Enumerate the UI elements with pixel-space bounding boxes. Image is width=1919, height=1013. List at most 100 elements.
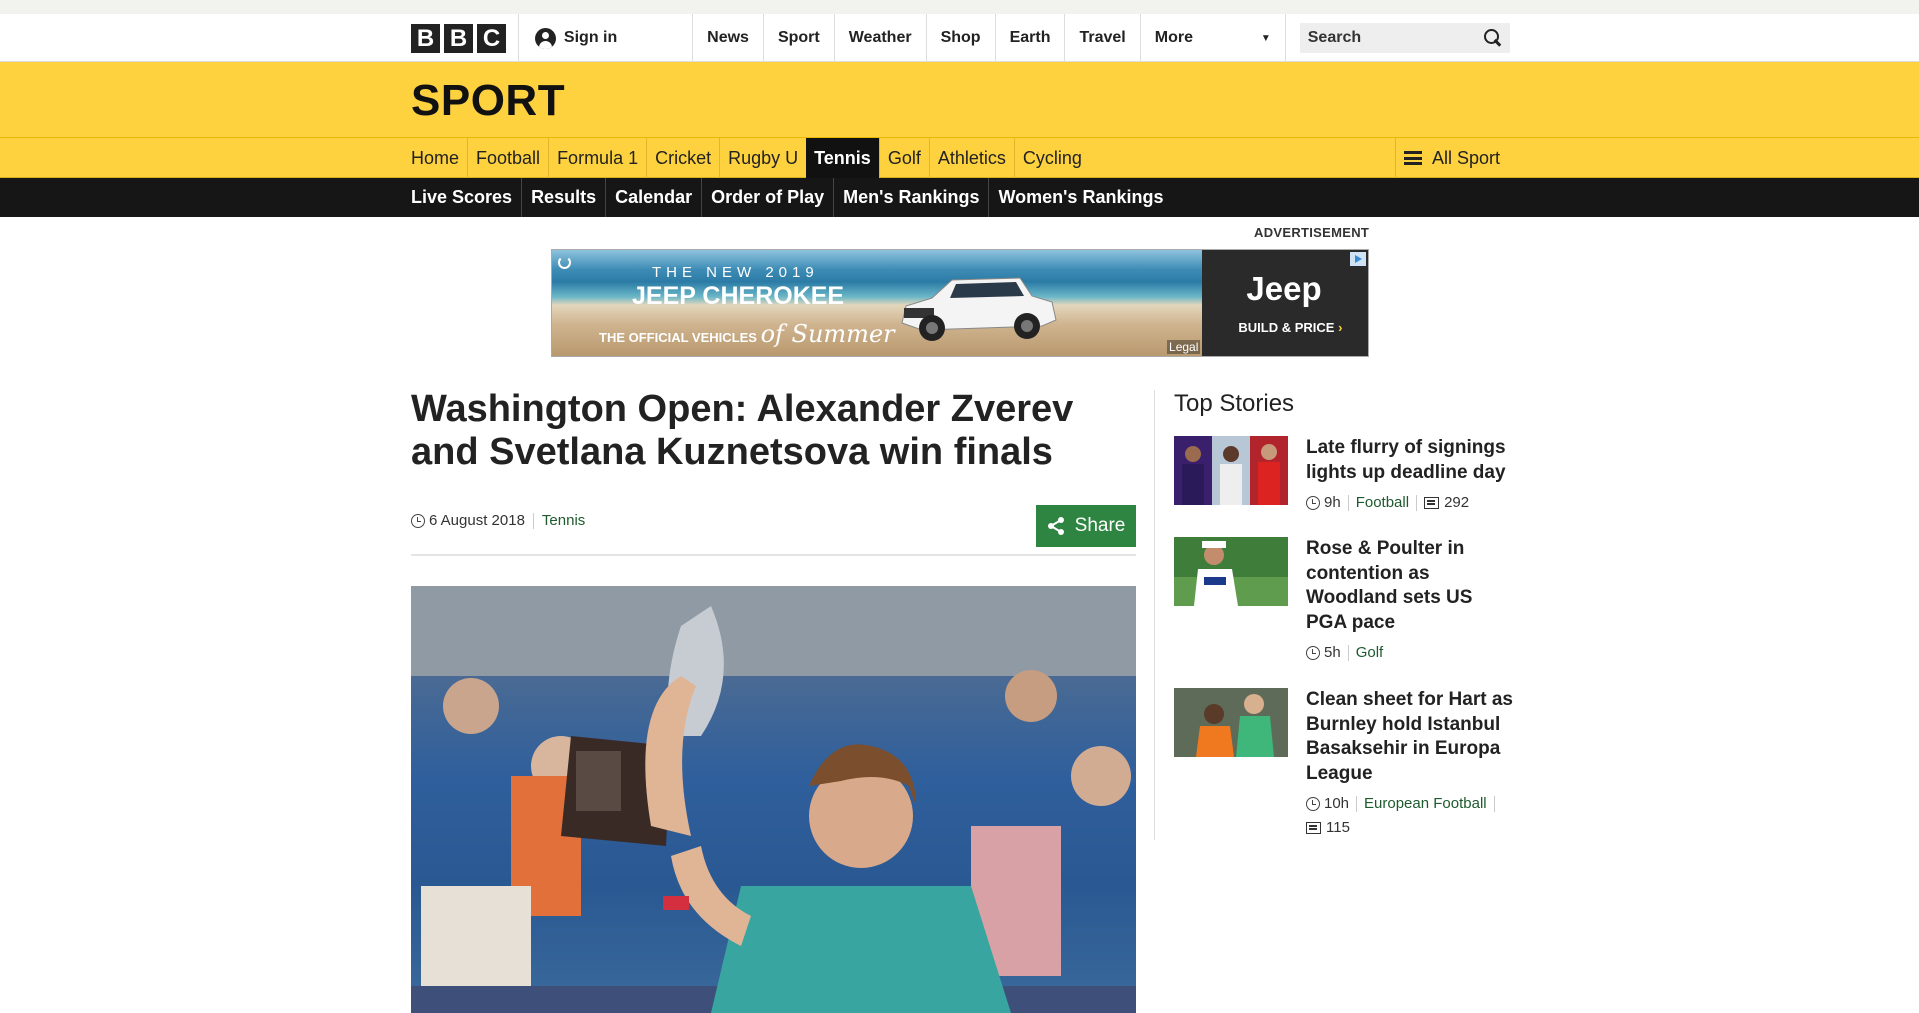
trophy-photo (411, 586, 1136, 1013)
replay-icon[interactable] (558, 256, 571, 269)
sport-nav: Home Football Formula 1 Cricket Rugby U … (0, 138, 1919, 178)
clock-icon (1306, 646, 1320, 660)
article-meta: 6 August 2018 Tennis (411, 512, 585, 529)
ad-line-2: JEEP CHEROKEE (632, 282, 845, 310)
article-divider (411, 554, 1136, 556)
tennis-subnav: Live Scores Results Calendar Order of Pl… (0, 178, 1919, 217)
subnav-results[interactable]: Results (521, 178, 605, 217)
divider (1416, 495, 1418, 511)
divider (1347, 645, 1349, 661)
sport-nav-football[interactable]: Football (467, 138, 548, 178)
ad-legal-link[interactable]: Legal (1167, 340, 1201, 354)
jeep-logo: Jeep (1246, 270, 1322, 307)
ad-brand-panel[interactable]: Jeep BUILD & PRICE › (1202, 250, 1368, 356)
build-and-price-cta[interactable]: BUILD & PRICE › (1238, 320, 1342, 335)
story-comment-count[interactable]: 115 (1326, 816, 1350, 840)
search-icon[interactable] (1483, 29, 1502, 47)
top-story-item[interactable]: Rose & Poulter in contention as Woodland… (1174, 537, 1514, 665)
nav-earth[interactable]: Earth (994, 14, 1065, 62)
comments-icon (1424, 497, 1440, 509)
sport-nav-home[interactable]: Home (411, 138, 467, 178)
article-topic-link[interactable]: Tennis (542, 512, 585, 529)
nav-travel[interactable]: Travel (1064, 14, 1139, 62)
story-time: 5h (1324, 644, 1341, 661)
story-thumbnail[interactable] (1174, 537, 1288, 606)
cta-label: BUILD & PRICE (1238, 320, 1335, 335)
subnav-womens-rankings[interactable]: Women's Rankings (988, 178, 1172, 217)
bbc-logo[interactable]: B B C (411, 23, 506, 53)
story-time: 10h (1324, 795, 1350, 812)
all-sport-menu-button[interactable]: All Sport (1395, 138, 1510, 178)
story-topic-link[interactable]: European Football (1364, 792, 1487, 816)
browser-top-strip (0, 0, 1919, 14)
adchoices-icon[interactable] (1350, 252, 1366, 266)
subnav-mens-rankings[interactable]: Men's Rankings (833, 178, 988, 217)
story-time: 9h (1324, 494, 1341, 511)
sign-in-link[interactable]: Sign in (519, 14, 692, 62)
nav-more-label: More (1154, 29, 1193, 46)
nav-more-dropdown[interactable]: More ▼ (1139, 14, 1286, 62)
subnav-live-scores[interactable]: Live Scores (411, 178, 521, 217)
clock-icon (1306, 496, 1320, 510)
ad-beach-scene[interactable]: THE NEW 2019 JEEP CHEROKEE THE OFFICIAL … (552, 250, 1203, 356)
story-meta: 9h Football 292 (1306, 491, 1518, 515)
bbc-global-nav: B B C Sign in News Sport Weather Shop Ea… (0, 14, 1919, 62)
sport-masthead: SPORT (0, 62, 1919, 138)
ad-line-1: THE NEW 2019 (652, 264, 819, 281)
story-meta: 10h European Football 115 (1306, 792, 1518, 840)
story-topic-link[interactable]: Golf (1356, 641, 1384, 665)
nav-sport[interactable]: Sport (762, 14, 834, 62)
story-thumbnail[interactable] (1174, 688, 1288, 757)
story-comment-count[interactable]: 292 (1444, 491, 1469, 515)
ad-line-3-text: THE OFFICIAL VEHICLES (599, 330, 757, 345)
sport-nav-tennis[interactable]: Tennis (806, 138, 879, 178)
share-label: Share (1074, 515, 1126, 536)
nav-shop[interactable]: Shop (925, 14, 995, 62)
sport-nav-athletics[interactable]: Athletics (928, 138, 1014, 178)
sign-in-label: Sign in (563, 29, 618, 46)
advertisement-label: ADVERTISEMENT (1254, 225, 1370, 240)
share-icon (1047, 517, 1065, 535)
sport-nav-cycling[interactable]: Cycling (1013, 138, 1090, 178)
search-placeholder: Search (1307, 29, 1362, 46)
story-headline[interactable]: Late flurry of signings lights up deadli… (1306, 436, 1518, 485)
sport-nav-golf[interactable]: Golf (878, 138, 929, 178)
bbc-logo-letter: B (444, 23, 473, 53)
nav-weather[interactable]: Weather (833, 14, 926, 62)
subnav-order-of-play[interactable]: Order of Play (701, 178, 833, 217)
story-headline[interactable]: Clean sheet for Hart as Burnley hold Ist… (1306, 688, 1518, 786)
clock-icon (1306, 797, 1320, 811)
jeep-advertisement[interactable]: THE NEW 2019 JEEP CHEROKEE THE OFFICIAL … (551, 249, 1369, 357)
ad-line-3-script: of Summer (760, 320, 895, 348)
nav-news[interactable]: News (692, 14, 763, 62)
chevron-right-icon: › (1338, 320, 1343, 335)
top-stories-title: Top Stories (1174, 390, 1295, 417)
chevron-down-icon: ▼ (1260, 32, 1271, 44)
divider (532, 512, 534, 529)
sport-nav-cricket[interactable]: Cricket (646, 138, 719, 178)
sport-nav-formula-1[interactable]: Formula 1 (548, 138, 646, 178)
divider (1356, 796, 1358, 812)
all-sport-label: All Sport (1432, 147, 1501, 168)
clock-icon (411, 513, 425, 528)
top-story-item[interactable]: Late flurry of signings lights up deadli… (1174, 436, 1514, 515)
search-input[interactable]: Search (1299, 23, 1510, 53)
global-nav-links: News Sport Weather Shop Earth Travel Mor… (692, 14, 1286, 62)
sport-nav-rugby-union[interactable]: Rugby U (719, 138, 806, 178)
bbc-logo-letter: C (477, 23, 506, 53)
subnav-calendar[interactable]: Calendar (605, 178, 701, 217)
article-hero-image[interactable] (411, 586, 1136, 1013)
story-headline[interactable]: Rose & Poulter in contention as Woodland… (1306, 537, 1518, 635)
article-date: 6 August 2018 (429, 512, 525, 529)
share-button[interactable]: Share (1036, 505, 1136, 547)
divider (1347, 495, 1349, 511)
comments-icon (1306, 822, 1321, 834)
story-meta: 5h Golf (1306, 641, 1518, 665)
divider (1493, 796, 1495, 812)
sidebar-divider (1154, 390, 1155, 840)
story-topic-link[interactable]: Football (1356, 491, 1409, 515)
top-story-item[interactable]: Clean sheet for Hart as Burnley hold Ist… (1174, 688, 1514, 840)
sport-title[interactable]: SPORT (411, 76, 565, 126)
story-thumbnail[interactable] (1174, 436, 1288, 505)
account-icon (534, 27, 556, 49)
